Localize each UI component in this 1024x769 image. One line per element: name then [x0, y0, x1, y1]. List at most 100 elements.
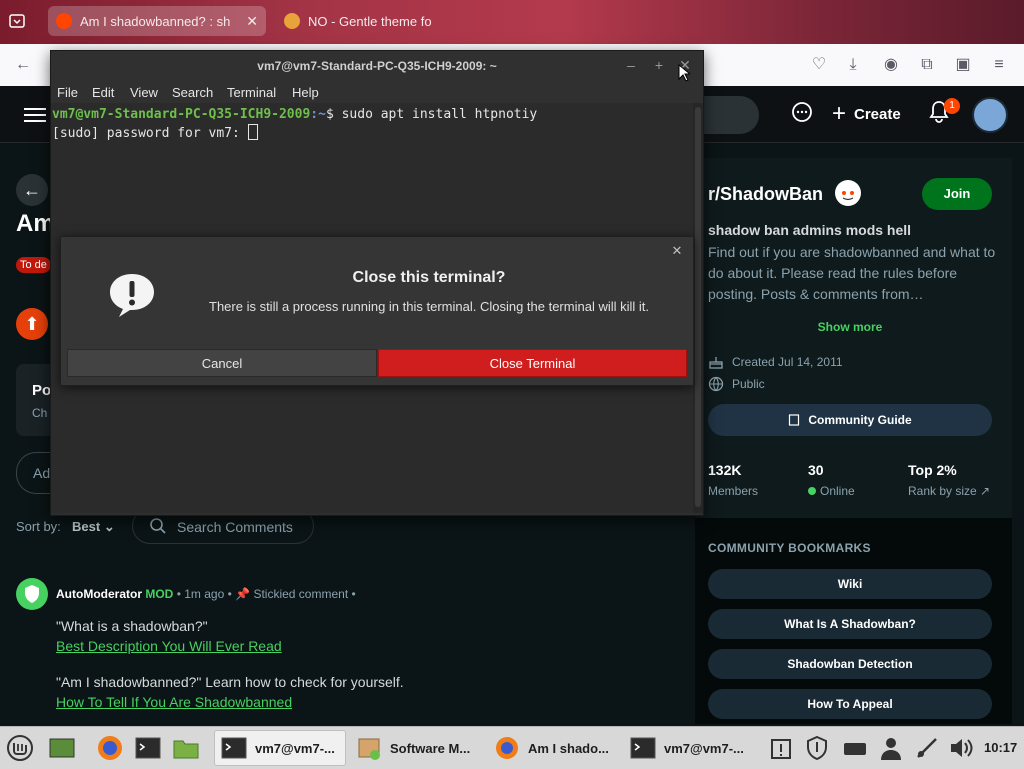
clock[interactable]: 10:17 — [984, 740, 1017, 755]
search-icon — [150, 518, 166, 534]
community-info-card: r/ShadowBan Join shadow ban admins mods … — [695, 158, 1012, 518]
pocket-icon[interactable]: ♡ — [808, 54, 830, 76]
show-desktop-icon[interactable] — [48, 734, 76, 762]
bullet: • — [351, 587, 356, 601]
taskbar-task-terminal[interactable]: vm7@vm7-... — [214, 730, 346, 766]
update-manager-icon[interactable] — [768, 735, 794, 761]
comment-author[interactable]: AutoModerator — [56, 587, 142, 601]
post-card-subtitle: Ch — [32, 406, 48, 420]
show-more-button[interactable]: Show more — [695, 320, 1005, 334]
bookmark-wiki-button[interactable]: Wiki — [708, 569, 992, 599]
dialog-close-icon[interactable]: ✕ — [669, 243, 685, 259]
tab-close-icon[interactable]: ✕ — [246, 13, 258, 30]
sort-by-label: Sort by: — [16, 519, 61, 534]
stat-value: 30 — [808, 462, 824, 478]
rank-stat[interactable]: Top 2% Rank by size ↗ — [908, 462, 990, 498]
create-button[interactable]: + Create — [832, 98, 901, 130]
menu-help[interactable]: Help — [292, 85, 319, 100]
browser-tab-active[interactable]: Am I shadowbanned? : sh ✕ — [48, 6, 266, 36]
taskbar-task-terminal-2[interactable]: vm7@vm7-... — [624, 730, 756, 766]
hamburger-menu-icon[interactable] — [24, 104, 46, 124]
join-button[interactable]: Join — [922, 178, 992, 210]
bookmarks-title: COMMUNITY BOOKMARKS — [708, 541, 871, 555]
tab-list-button[interactable] — [8, 12, 28, 32]
visibility-row: Public — [708, 376, 765, 392]
taskbar-task-firefox[interactable]: Am I shado... — [488, 730, 620, 766]
drive-icon[interactable] — [842, 735, 868, 761]
extensions-icon[interactable]: ⧉ — [916, 54, 938, 76]
user-icon[interactable] — [878, 735, 904, 761]
arrow-left-icon: ← — [23, 180, 41, 200]
menu-file[interactable]: File — [57, 85, 78, 100]
pin-icon: 📌 — [235, 587, 251, 601]
stat-label: Online — [820, 484, 855, 498]
files-launcher-icon[interactable] — [172, 734, 200, 762]
browser-tab[interactable]: NO - Gentle theme fo — [276, 6, 496, 36]
task-label: vm7@vm7-... — [255, 740, 335, 756]
create-label: Create — [854, 105, 901, 123]
volume-icon[interactable] — [948, 735, 974, 761]
firefox-launcher-icon[interactable] — [96, 734, 124, 762]
account-icon[interactable]: ◉ — [880, 54, 902, 76]
members-stat: 132K Members — [708, 462, 758, 498]
text-cursor — [247, 124, 258, 140]
menu-terminal[interactable]: Terminal — [227, 85, 276, 100]
shield-icon — [25, 585, 39, 603]
minimize-icon[interactable]: – — [623, 57, 639, 73]
online-dot-icon — [808, 487, 816, 495]
command-text: $ sudo apt install htpnotiy — [325, 107, 538, 122]
book-icon — [789, 414, 800, 426]
close-terminal-button[interactable]: Close Terminal — [378, 349, 687, 377]
menu-edit[interactable]: Edit — [92, 85, 114, 100]
community-name[interactable]: r/ShadowBan — [708, 184, 823, 205]
taskbar-task-software-manager[interactable]: Software M... — [350, 730, 484, 766]
tab-title: Am I shadowbanned? : sh — [80, 13, 231, 29]
post-card-title: Po — [32, 382, 52, 399]
firefox-icon — [496, 737, 518, 759]
reddit-favicon-icon — [56, 13, 72, 29]
task-label: vm7@vm7-... — [664, 740, 744, 756]
network-icon[interactable] — [914, 735, 940, 761]
sort-dropdown[interactable]: Best ⌄ — [72, 519, 115, 535]
task-label: Software M... — [390, 740, 471, 756]
external-link-icon: ↗ — [976, 484, 991, 498]
created-date: Created Jul 14, 2011 — [732, 355, 843, 369]
mint-menu-icon[interactable] — [6, 734, 34, 762]
chat-icon[interactable] — [790, 100, 816, 126]
menu-icon[interactable]: ≡ — [988, 54, 1010, 76]
search-comments-placeholder: Search Comments — [177, 519, 293, 535]
back-arrow-icon[interactable]: ← — [12, 54, 34, 76]
terminal-launcher-icon[interactable] — [134, 734, 162, 762]
community-guide-button[interactable]: Community Guide — [708, 404, 992, 436]
close-terminal-dialog: ✕ Close this terminal? There is still a … — [60, 236, 694, 386]
dialog-title: Close this terminal? — [352, 269, 506, 286]
tab-title: NO - Gentle theme fo — [308, 13, 432, 29]
automoderator-avatar[interactable] — [16, 578, 48, 610]
stickied-label: Stickied comment — [253, 587, 349, 601]
comment-meta: AutoModerator MOD • 1m ago • 📌 Stickied … — [56, 587, 356, 601]
prompt-path: :~ — [310, 107, 326, 122]
downloads-icon[interactable]: ⤓ — [842, 54, 864, 76]
community-guide-label: Community Guide — [808, 413, 912, 427]
terminal-icon — [221, 737, 247, 759]
comment-link[interactable]: Best Description You Will Ever Read — [56, 638, 282, 654]
shield-icon[interactable] — [804, 735, 830, 761]
bookmark-detection-button[interactable]: Shadowban Detection — [708, 649, 992, 679]
terminal-titlebar[interactable]: vm7@vm7-Standard-PC-Q35-ICH9-2009: ~ – +… — [51, 51, 703, 81]
back-button[interactable]: ← — [16, 174, 48, 206]
menu-view[interactable]: View — [130, 85, 158, 100]
add-comment-placeholder: Ad — [33, 465, 51, 481]
bookmark-what-is-shadowban-button[interactable]: What Is A Shadowban? — [708, 609, 992, 639]
stat-value: Top 2% — [908, 462, 957, 478]
upvote-button[interactable]: ⬆ — [16, 308, 48, 340]
bookmark-appeal-button[interactable]: How To Appeal — [708, 689, 992, 719]
notification-badge: 1 — [944, 98, 960, 114]
created-date-row: Created Jul 14, 2011 — [708, 354, 843, 370]
maximize-icon[interactable]: + — [651, 57, 667, 73]
menu-search[interactable]: Search — [172, 85, 213, 100]
extension-badge-icon[interactable]: ▣ — [952, 54, 974, 76]
comment-link[interactable]: How To Tell If You Are Shadowbanned — [56, 694, 292, 710]
user-avatar[interactable] — [972, 97, 1008, 133]
cancel-button[interactable]: Cancel — [67, 349, 377, 377]
search-bar[interactable] — [695, 96, 759, 134]
